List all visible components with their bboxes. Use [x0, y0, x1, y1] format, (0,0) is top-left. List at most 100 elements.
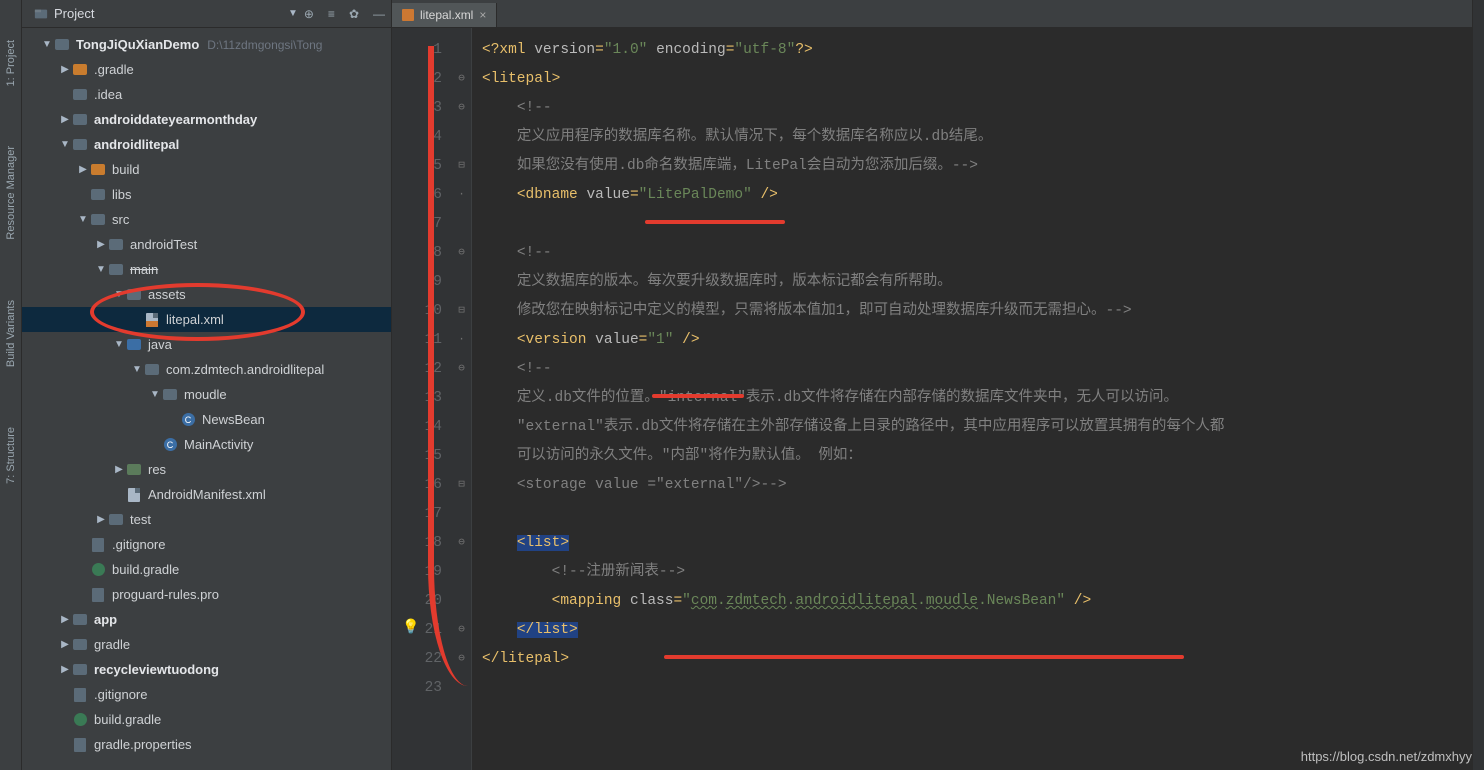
tab-litepal[interactable]: litepal.xml ×	[392, 3, 497, 27]
settings-icon[interactable]: ✿	[349, 7, 359, 21]
tree-row[interactable]: .idea	[22, 82, 391, 107]
tree-row[interactable]: ▼assets	[22, 282, 391, 307]
tree-row[interactable]: ▼main	[22, 257, 391, 282]
code-line[interactable]: </list>	[482, 616, 1472, 645]
expand-arrow-icon[interactable]: ▶	[76, 164, 90, 175]
tree-row[interactable]: build.gradle	[22, 557, 391, 582]
tree-row[interactable]: ▶build	[22, 157, 391, 182]
tree-row[interactable]: ▼androidlitepal	[22, 132, 391, 157]
close-icon[interactable]: ×	[479, 8, 486, 22]
tree-label: libs	[112, 187, 132, 202]
code-line[interactable]	[482, 500, 1472, 529]
code-editor[interactable]: 1234567891011121314151617181920212223 ⊖⊖…	[392, 28, 1472, 770]
intention-bulb-icon[interactable]: 💡	[402, 614, 419, 643]
tree-row[interactable]: libs	[22, 182, 391, 207]
tree-row[interactable]: ▼moudle	[22, 382, 391, 407]
expand-arrow-icon[interactable]: ▶	[58, 639, 72, 650]
tree-row[interactable]: proguard-rules.pro	[22, 582, 391, 607]
fold-mark[interactable]: ⊖	[452, 616, 471, 645]
expand-arrow-icon[interactable]: ▶	[58, 614, 72, 625]
fold-mark	[452, 587, 471, 616]
expand-arrow-icon[interactable]: ▶	[58, 114, 72, 125]
tree-row[interactable]: ▼src	[22, 207, 391, 232]
code-line[interactable]: <dbname value="LitePalDemo" />	[482, 181, 1472, 210]
code-line[interactable]: <?xml version="1.0" encoding="utf-8"?>	[482, 36, 1472, 65]
fold-mark[interactable]: ⊟	[452, 471, 471, 500]
collapse-icon[interactable]: ≡	[328, 7, 335, 21]
tool-tab-project[interactable]: 1: Project	[5, 40, 17, 86]
fold-mark[interactable]: ·	[452, 326, 471, 355]
tree-row[interactable]: ▼com.zdmtech.androidlitepal	[22, 357, 391, 382]
fold-mark[interactable]: ⊖	[452, 529, 471, 558]
code-line[interactable]: <storage value ="external"/>-->	[482, 471, 1472, 500]
tree-row[interactable]: .gitignore	[22, 532, 391, 557]
fold-mark[interactable]: ·	[452, 181, 471, 210]
code-content[interactable]: <?xml version="1.0" encoding="utf-8"?><l…	[472, 28, 1472, 770]
dropdown-arrow-icon[interactable]: ▼	[288, 8, 298, 19]
fold-mark[interactable]: ⊖	[452, 355, 471, 384]
tree-row[interactable]: CMainActivity	[22, 432, 391, 457]
fold-mark[interactable]: ⊖	[452, 239, 471, 268]
tree-row[interactable]: ▶gradle	[22, 632, 391, 657]
code-line[interactable]: 修改您在映射标记中定义的模型，只需将版本值加1，即可自动处理数据库升级而无需担心…	[482, 297, 1472, 326]
expand-arrow-icon[interactable]: ▶	[58, 64, 72, 75]
expand-arrow-icon[interactable]: ▶	[58, 664, 72, 675]
tree-row[interactable]: AndroidManifest.xml	[22, 482, 391, 507]
expand-arrow-icon[interactable]: ▼	[148, 389, 162, 400]
fold-gutter: ⊖⊖⊟·⊖⊟·⊖⊟⊖⊖⊖	[452, 28, 472, 770]
tree-row[interactable]: ▶res	[22, 457, 391, 482]
code-line[interactable]: 可以访问的永久文件。"内部"将作为默认值。 例如：	[482, 442, 1472, 471]
code-line[interactable]: 定义数据库的版本。每次要升级数据库时，版本标记都会有所帮助。	[482, 268, 1472, 297]
tree-row[interactable]: ▶.gradle	[22, 57, 391, 82]
tree-row[interactable]: .gitignore	[22, 682, 391, 707]
tool-tab-resource[interactable]: Resource Manager	[5, 146, 17, 240]
code-line[interactable]: 定义应用程序的数据库名称。默认情况下，每个数据库名称应以.db结尾。	[482, 123, 1472, 152]
expand-arrow-icon[interactable]: ▶	[94, 514, 108, 525]
code-line[interactable]: 如果您没有使用.db命名数据库端，LitePal会自动为您添加后缀。-->	[482, 152, 1472, 181]
tree-row[interactable]: ▶app	[22, 607, 391, 632]
expand-arrow-icon[interactable]: ▼	[130, 364, 144, 375]
expand-arrow-icon[interactable]: ▼	[76, 214, 90, 225]
code-line[interactable]: <!--	[482, 239, 1472, 268]
code-line[interactable]	[482, 210, 1472, 239]
tree-row[interactable]: CNewsBean	[22, 407, 391, 432]
tree-row[interactable]: ▼java	[22, 332, 391, 357]
code-line[interactable]: </litepal>	[482, 645, 1472, 674]
code-line[interactable]: <!--	[482, 94, 1472, 123]
code-line[interactable]: <!--	[482, 355, 1472, 384]
code-line[interactable]: <mapping class="com.zdmtech.androidlitep…	[482, 587, 1472, 616]
locate-icon[interactable]: ⊕	[304, 7, 314, 21]
tree-row[interactable]: ▶androidTest	[22, 232, 391, 257]
code-line[interactable]: <version value="1" />	[482, 326, 1472, 355]
code-line[interactable]: <!--注册新闻表-->	[482, 558, 1472, 587]
tree-row[interactable]: ▶recycleviewtuodong	[22, 657, 391, 682]
expand-arrow-icon[interactable]: ▶	[94, 239, 108, 250]
code-line[interactable]: 定义.db文件的位置。"internal"表示.db文件将存储在内部存储的数据库…	[482, 384, 1472, 413]
folder-icon	[72, 137, 88, 153]
tool-tab-structure[interactable]: 7: Structure	[5, 427, 17, 484]
fold-mark[interactable]: ⊟	[452, 152, 471, 181]
hide-icon[interactable]: —	[373, 7, 385, 21]
expand-arrow-icon[interactable]: ▶	[112, 464, 126, 475]
fold-mark[interactable]: ⊖	[452, 94, 471, 123]
tree-row[interactable]: ▶test	[22, 507, 391, 532]
expand-arrow-icon[interactable]: ▼	[40, 39, 54, 50]
project-tree[interactable]: ▼TongJiQuXianDemoD:\11zdmgongsi\Tong▶.gr…	[22, 28, 391, 770]
code-line[interactable]	[482, 674, 1472, 703]
code-line[interactable]: <list>	[482, 529, 1472, 558]
tree-row[interactable]: build.gradle	[22, 707, 391, 732]
expand-arrow-icon[interactable]: ▼	[112, 289, 126, 300]
expand-arrow-icon[interactable]: ▼	[112, 339, 126, 350]
fold-mark[interactable]: ⊟	[452, 297, 471, 326]
tree-row[interactable]: ▼TongJiQuXianDemoD:\11zdmgongsi\Tong	[22, 32, 391, 57]
expand-arrow-icon[interactable]: ▼	[94, 264, 108, 275]
tree-row[interactable]: litepal.xml	[22, 307, 391, 332]
expand-arrow-icon[interactable]: ▼	[58, 139, 72, 150]
tree-row[interactable]: gradle.properties	[22, 732, 391, 757]
code-line[interactable]: <litepal>	[482, 65, 1472, 94]
tree-row[interactable]: ▶androiddateyearmonthday	[22, 107, 391, 132]
tool-tab-build[interactable]: Build Variants	[5, 300, 17, 367]
code-line[interactable]: "external"表示.db文件将存储在主外部存储设备上目录的路径中，其中应用…	[482, 413, 1472, 442]
fold-mark[interactable]: ⊖	[452, 645, 471, 674]
fold-mark[interactable]: ⊖	[452, 65, 471, 94]
